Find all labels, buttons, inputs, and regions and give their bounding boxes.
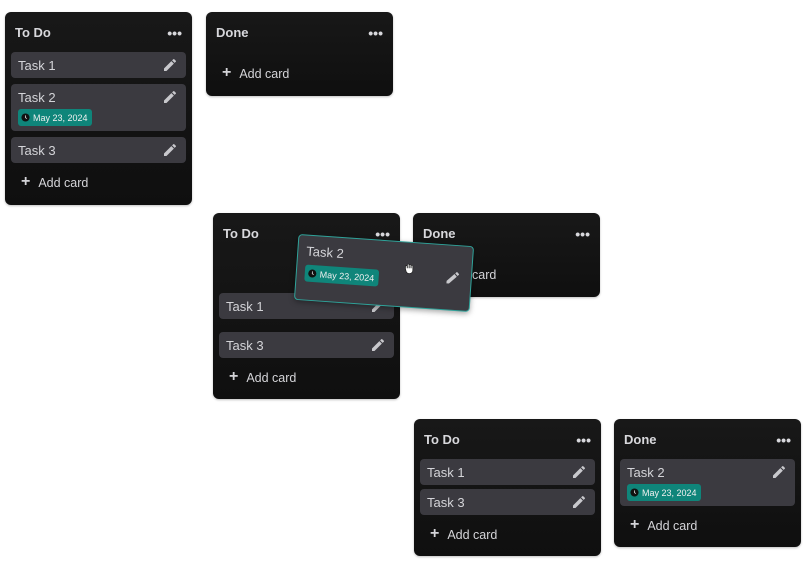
plus-icon: + [630, 516, 640, 533]
add-card-label: Add card [239, 67, 290, 81]
add-card-label: Add card [447, 528, 498, 542]
list-header: To Do ••• [420, 419, 595, 459]
list-title: Done [624, 431, 657, 447]
pencil-icon[interactable] [571, 494, 587, 510]
card-title: Task 2 [627, 465, 665, 480]
pencil-icon[interactable] [370, 337, 386, 353]
add-card-label: Add card [647, 519, 698, 533]
list-todo: To Do ••• Task 1 Task 3 + Add card [414, 419, 601, 556]
card-task-3[interactable]: Task 3 [420, 489, 595, 515]
card-task-1[interactable]: Task 1 [420, 459, 595, 485]
card-title: Task 3 [226, 338, 264, 353]
card-task-3[interactable]: Task 3 [219, 332, 394, 358]
more-options-icon[interactable]: ••• [776, 433, 791, 447]
list-title: To Do [424, 431, 460, 447]
add-card-button[interactable]: + Add card [620, 512, 795, 540]
due-date-badge: May 23, 2024 [304, 264, 379, 287]
due-date-text: May 23, 2024 [642, 487, 697, 498]
due-date-badge: May 23, 2024 [18, 109, 92, 126]
list-title: Done [423, 225, 456, 241]
more-options-icon[interactable]: ••• [575, 227, 590, 241]
card-title: Task 2 [18, 90, 56, 105]
grab-hand-icon [403, 262, 415, 274]
plus-icon: + [430, 525, 440, 542]
pencil-icon[interactable] [444, 269, 461, 286]
pencil-icon[interactable] [162, 142, 178, 158]
clock-icon [21, 113, 30, 122]
more-options-icon[interactable]: ••• [167, 26, 182, 40]
add-card-button[interactable]: + Add card [11, 169, 186, 197]
add-card-button[interactable]: + Add card [219, 364, 394, 392]
add-card-label: Add card [246, 371, 297, 385]
add-card-button[interactable]: + Add card [420, 521, 595, 549]
list-done: Done ••• Task 2 May 23, 2024 + Add card [614, 419, 801, 547]
list-done: Done ••• + Add card [206, 12, 393, 96]
list-title: To Do [15, 24, 51, 40]
plus-icon: + [21, 173, 31, 190]
card-task-3[interactable]: Task 3 [11, 137, 186, 163]
add-card-button[interactable]: + Add card [212, 60, 387, 88]
list-header: Done ••• [212, 12, 387, 52]
pencil-icon[interactable] [162, 57, 178, 73]
card-title: Task 1 [427, 465, 465, 480]
card-title: Task 1 [18, 58, 56, 73]
pencil-icon[interactable] [571, 464, 587, 480]
add-card-label: Add card [38, 176, 89, 190]
plus-icon: + [222, 64, 232, 81]
due-date-text: May 23, 2024 [33, 112, 88, 123]
plus-icon: + [229, 368, 239, 385]
pencil-icon[interactable] [771, 464, 787, 480]
card-title: Task 3 [18, 143, 56, 158]
list-header: Done ••• [620, 419, 795, 459]
more-options-icon[interactable]: ••• [576, 433, 591, 447]
card-title: Task 3 [427, 495, 465, 510]
due-date-badge: May 23, 2024 [627, 484, 701, 501]
list-todo: To Do ••• Task 1 Task 2 May 23, 2024 Tas… [5, 12, 192, 205]
card-task-2[interactable]: Task 2 May 23, 2024 [620, 459, 795, 506]
card-task-1[interactable]: Task 1 [11, 52, 186, 78]
dragging-card-task-2[interactable]: Task 2 May 23, 2024 [293, 233, 475, 313]
card-task-2[interactable]: Task 2 May 23, 2024 [11, 84, 186, 131]
list-title: Done [216, 24, 249, 40]
more-options-icon[interactable]: ••• [368, 26, 383, 40]
pencil-icon[interactable] [162, 89, 178, 105]
clock-icon [630, 488, 639, 497]
clock-icon [307, 269, 317, 279]
list-title: To Do [223, 225, 259, 241]
list-header: To Do ••• [11, 12, 186, 52]
due-date-text: May 23, 2024 [319, 269, 375, 283]
